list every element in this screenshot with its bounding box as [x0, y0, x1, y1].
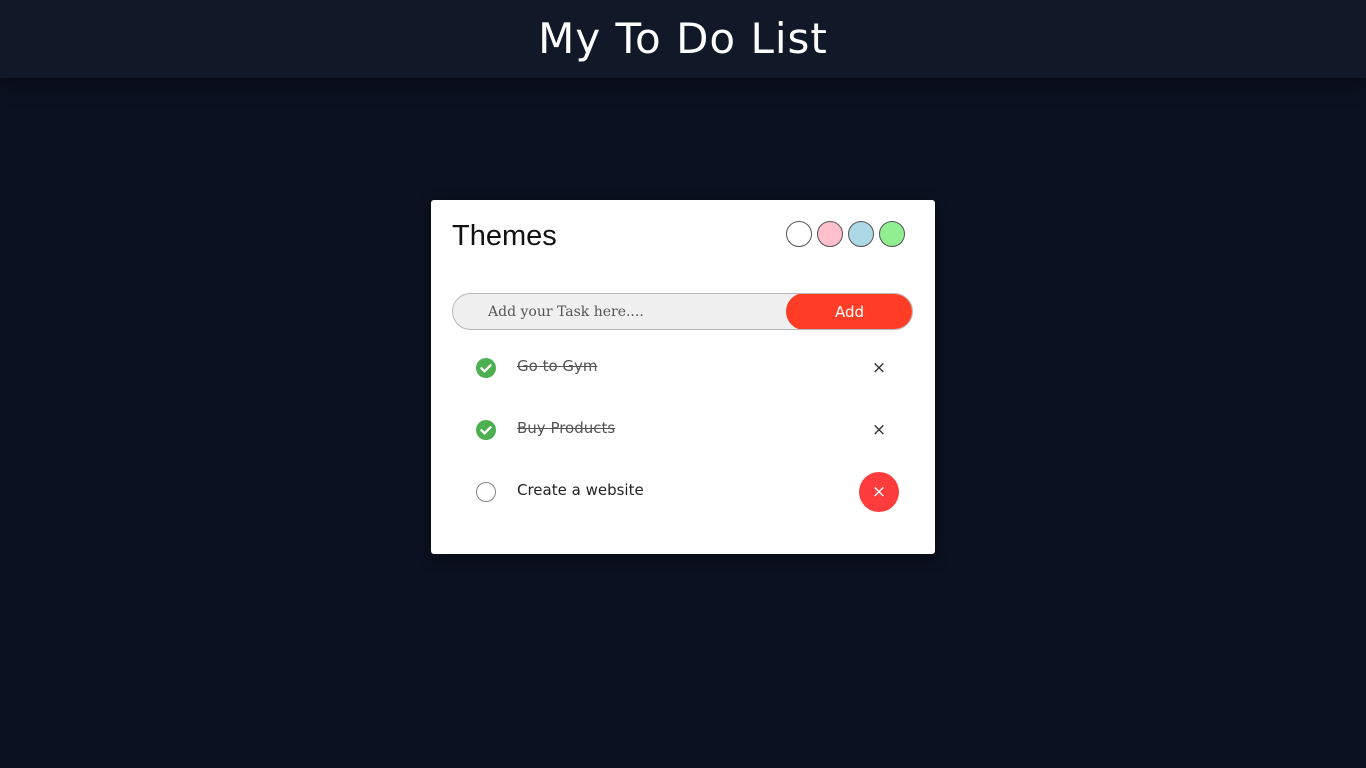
unchecked-icon[interactable]	[476, 482, 496, 502]
delete-icon[interactable]: ×	[859, 472, 899, 512]
theme-swatch-light-green[interactable]	[879, 221, 905, 247]
app-title: My To Do List	[538, 13, 828, 63]
theme-swatches	[786, 221, 905, 247]
checked-icon[interactable]	[476, 420, 496, 440]
checked-icon[interactable]	[476, 358, 496, 378]
add-task-form: Add	[452, 293, 913, 330]
delete-icon[interactable]: ×	[859, 410, 899, 450]
task-item[interactable]: Buy Products ×	[431, 399, 935, 461]
task-list: Go to Gym × Buy Products × Create a webs…	[431, 337, 935, 523]
task-item[interactable]: Create a website ×	[431, 461, 935, 523]
themes-title: Themes	[452, 220, 557, 252]
app-header: My To Do List	[0, 0, 1366, 78]
theme-swatch-pink[interactable]	[817, 221, 843, 247]
task-text: Go to Gym	[517, 357, 598, 375]
add-button[interactable]: Add	[786, 294, 912, 329]
task-input[interactable]	[453, 294, 793, 329]
task-text: Buy Products	[517, 419, 616, 437]
todo-card: Themes Add Go to Gym × Buy Products × Cr…	[431, 200, 935, 554]
theme-swatch-light-blue[interactable]	[848, 221, 874, 247]
theme-swatch-white[interactable]	[786, 221, 812, 247]
task-item[interactable]: Go to Gym ×	[431, 337, 935, 399]
delete-icon[interactable]: ×	[859, 348, 899, 388]
task-text: Create a website	[517, 481, 644, 499]
